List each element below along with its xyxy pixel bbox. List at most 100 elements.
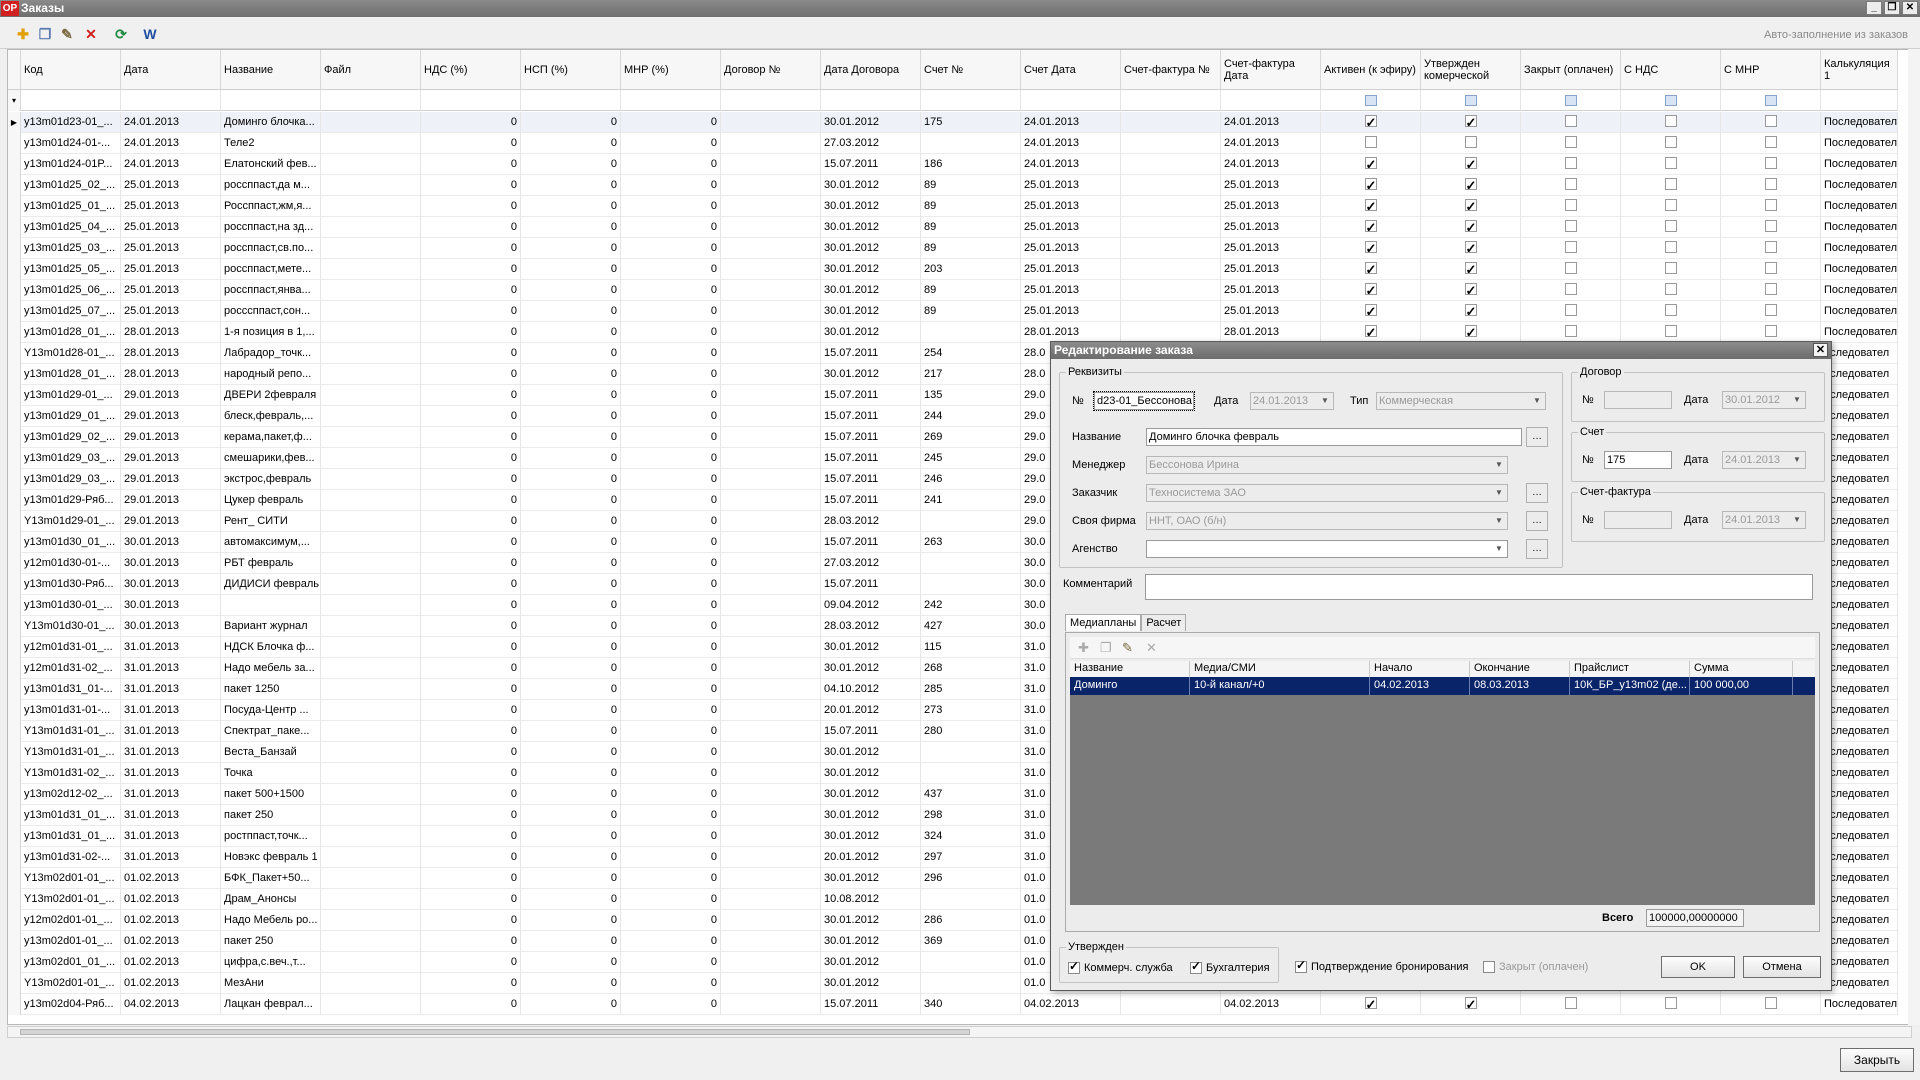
filter-checkbox[interactable] <box>1764 95 1777 106</box>
row-checkbox[interactable] <box>1664 157 1677 169</box>
row-checkbox[interactable] <box>1764 178 1777 190</box>
column-header[interactable]: С НДС <box>1621 50 1721 89</box>
table-cell[interactable] <box>1621 217 1721 238</box>
row-checkbox[interactable] <box>1364 994 1377 1015</box>
word-export-icon[interactable]: W <box>141 25 159 43</box>
row-checkbox[interactable] <box>1464 238 1477 259</box>
row-checkbox[interactable] <box>1364 217 1377 238</box>
row-checkbox[interactable] <box>1464 301 1477 322</box>
row-checkbox[interactable] <box>1364 301 1377 322</box>
table-cell[interactable] <box>1621 154 1721 175</box>
table-cell[interactable] <box>1721 154 1821 175</box>
name-input[interactable]: Доминго блочка февраль <box>1146 428 1522 446</box>
cancel-button[interactable]: Отмена <box>1743 956 1821 978</box>
comment-input[interactable] <box>1145 574 1813 600</box>
confirm-booking-checkbox[interactable]: Подтверждение бронирования <box>1295 958 1469 973</box>
invoice-num-input[interactable]: 175 <box>1604 451 1672 469</box>
column-header[interactable]: С МНР <box>1721 50 1821 89</box>
table-cell[interactable] <box>1321 994 1421 1015</box>
close-button[interactable]: Закрыть <box>1840 1048 1914 1072</box>
table-cell[interactable] <box>1521 154 1621 175</box>
name-browse-button[interactable]: … <box>1526 427 1548 447</box>
edit-icon[interactable]: ✎ <box>1122 640 1133 656</box>
filter-cell[interactable] <box>1221 90 1321 111</box>
row-checkbox[interactable] <box>1664 325 1677 337</box>
table-cell[interactable] <box>1421 259 1521 280</box>
table-cell[interactable] <box>1621 112 1721 133</box>
table-cell[interactable] <box>1521 994 1621 1015</box>
table-cell[interactable] <box>1421 133 1521 154</box>
table-cell[interactable] <box>1621 280 1721 301</box>
order-date-input[interactable]: 24.01.2013 ▼ <box>1250 392 1334 410</box>
table-cell[interactable] <box>1721 217 1821 238</box>
row-checkbox[interactable] <box>1764 115 1777 127</box>
row-checkbox[interactable] <box>1364 259 1377 280</box>
table-row[interactable]: y13m02d04-Ряб... 04.02.2013 Лацкан феврал.… <box>8 994 1898 1015</box>
closed-paid-checkbox[interactable]: Закрыт (оплачен) <box>1483 961 1588 973</box>
row-checkbox[interactable] <box>1664 304 1677 316</box>
table-cell[interactable] <box>1721 301 1821 322</box>
mediaplan-row[interactable]: Доминго 10-й канал/+0 04.02.2013 08.03.2… <box>1070 677 1815 695</box>
table-cell[interactable] <box>1721 280 1821 301</box>
row-checkbox[interactable] <box>1464 280 1477 301</box>
row-checkbox[interactable] <box>1664 997 1677 1009</box>
table-cell[interactable] <box>1521 238 1621 259</box>
vertical-scrollbar[interactable] <box>1908 49 1920 1025</box>
table-row[interactable]: y13m01d28_01_... 28.01.2013 1-я позиция в … <box>8 322 1898 343</box>
filter-cell[interactable] <box>921 90 1021 111</box>
table-row[interactable]: y13m01d24-01P... 24.01.2013 Елатонский фев… <box>8 154 1898 175</box>
table-cell[interactable] <box>1421 112 1521 133</box>
autofill-label[interactable]: Авто-заполнение из заказов <box>1764 29 1908 41</box>
column-header[interactable]: Файл <box>321 50 421 89</box>
table-cell[interactable] <box>1721 994 1821 1015</box>
filter-cell[interactable] <box>321 90 421 111</box>
table-cell[interactable] <box>1321 217 1421 238</box>
table-cell[interactable] <box>1421 154 1521 175</box>
table-cell[interactable] <box>1521 301 1621 322</box>
column-header[interactable]: Закрыт (оплачен) <box>1521 50 1621 89</box>
row-checkbox[interactable] <box>1564 178 1577 190</box>
filter-cell[interactable] <box>421 90 521 111</box>
filter-cell[interactable] <box>121 90 221 111</box>
table-cell[interactable] <box>1321 238 1421 259</box>
order-num-input[interactable]: d23-01_Бессонова <box>1093 391 1195 411</box>
filter-checkbox[interactable] <box>1364 95 1377 106</box>
row-checkbox[interactable] <box>1364 112 1377 133</box>
scroll-thumb[interactable] <box>20 1029 970 1035</box>
column-header[interactable]: НСП (%) <box>521 50 621 89</box>
filter-checkbox[interactable] <box>1664 95 1677 106</box>
table-cell[interactable] <box>1321 133 1421 154</box>
row-checkbox[interactable] <box>1764 241 1777 253</box>
filter-cell[interactable] <box>1321 90 1421 111</box>
row-checkbox[interactable] <box>1764 997 1777 1009</box>
row-checkbox[interactable] <box>1364 196 1377 217</box>
restore-button[interactable]: ❐ <box>1884 1 1900 15</box>
row-checkbox[interactable] <box>1664 115 1677 127</box>
table-cell[interactable] <box>1521 322 1621 343</box>
row-checkbox[interactable] <box>1364 322 1377 343</box>
table-cell[interactable] <box>1321 280 1421 301</box>
row-checkbox[interactable] <box>1564 325 1577 337</box>
row-checkbox[interactable] <box>1464 217 1477 238</box>
contract-num-input[interactable] <box>1604 391 1672 409</box>
delete-icon[interactable]: ✕ <box>82 25 100 43</box>
row-checkbox[interactable] <box>1664 199 1677 211</box>
filter-cell[interactable] <box>1021 90 1121 111</box>
row-checkbox[interactable] <box>1664 262 1677 274</box>
row-checkbox[interactable] <box>1764 220 1777 232</box>
row-checkbox[interactable] <box>1664 136 1677 148</box>
table-row[interactable]: y13m01d25_04_... 25.01.2013 россппаст,на з… <box>8 217 1898 238</box>
row-checkbox[interactable] <box>1764 304 1777 316</box>
filter-cell[interactable] <box>1421 90 1521 111</box>
table-cell[interactable] <box>1421 175 1521 196</box>
table-cell[interactable] <box>1521 217 1621 238</box>
contract-date-input[interactable]: 30.01.2012 ▼ <box>1722 391 1806 409</box>
table-row[interactable]: y13m01d25_01_... 25.01.2013 Россппаст,жм,я… <box>8 196 1898 217</box>
table-cell[interactable] <box>1721 259 1821 280</box>
table-cell[interactable] <box>1621 322 1721 343</box>
table-cell[interactable] <box>1621 238 1721 259</box>
refresh-icon[interactable]: ⟳ <box>112 25 130 43</box>
row-checkbox[interactable] <box>1464 196 1477 217</box>
row-checkbox[interactable] <box>1764 199 1777 211</box>
customer-browse-button[interactable]: … <box>1526 483 1548 503</box>
